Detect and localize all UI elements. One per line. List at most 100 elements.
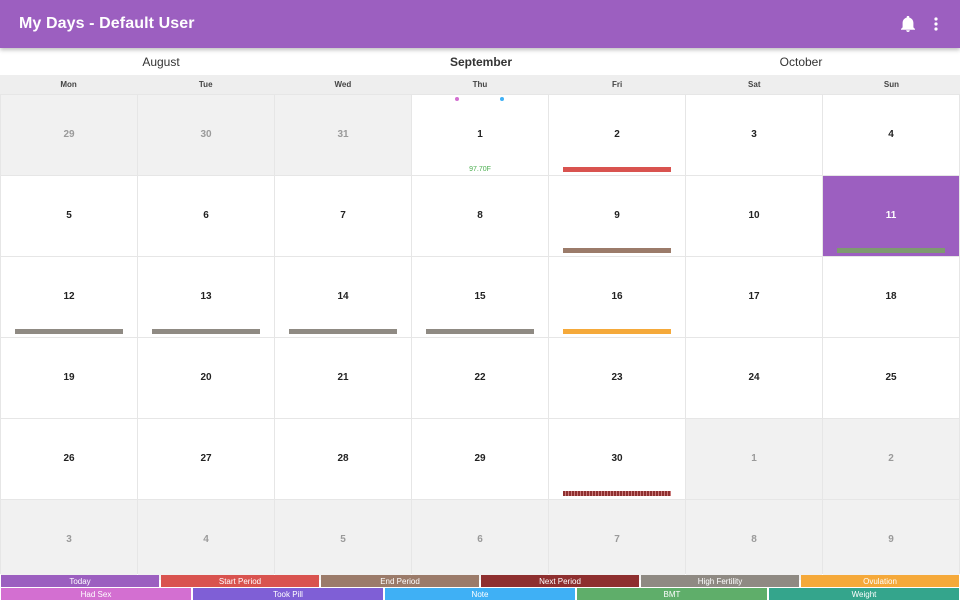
high-fertility-bar	[426, 329, 534, 334]
day-number: 25	[885, 372, 897, 383]
day-cell[interactable]: 29	[412, 419, 548, 499]
day-cell[interactable]: 8	[686, 500, 822, 580]
day-number: 7	[614, 534, 620, 545]
high-fertility-bar	[152, 329, 260, 334]
app-title: My Days - Default User	[19, 15, 195, 32]
legend-weight[interactable]: Weight	[769, 588, 959, 600]
ovulation-bar	[563, 329, 671, 334]
legend-ovulation[interactable]: Ovulation	[801, 575, 959, 587]
day-cell[interactable]: 15	[412, 257, 548, 337]
day-number: 19	[63, 372, 75, 383]
day-cell-today[interactable]: 11	[823, 176, 959, 256]
day-cell[interactable]: 30	[549, 419, 685, 499]
day-cell[interactable]: 4	[823, 95, 959, 175]
day-cell[interactable]: 5	[1, 176, 137, 256]
day-cell[interactable]: 18	[823, 257, 959, 337]
day-cell[interactable]: 19	[1, 338, 137, 418]
day-cell[interactable]: 6	[138, 176, 274, 256]
day-cell[interactable]: 9	[549, 176, 685, 256]
day-cell[interactable]: 14	[275, 257, 411, 337]
high-fertility-bar	[289, 329, 397, 334]
day-cell[interactable]: 30	[138, 95, 274, 175]
day-cell[interactable]: 20	[138, 338, 274, 418]
day-cell[interactable]: 2	[549, 95, 685, 175]
legend-note[interactable]: Note	[385, 588, 575, 600]
day-number: 10	[748, 210, 760, 221]
day-number: 29	[63, 129, 75, 140]
weekday-label: Mon	[60, 80, 77, 89]
day-number: 30	[611, 453, 623, 464]
day-cell[interactable]: 7	[275, 176, 411, 256]
day-cell[interactable]: 31	[275, 95, 411, 175]
day-number: 21	[337, 372, 349, 383]
day-cell[interactable]: 22	[412, 338, 548, 418]
prev-month[interactable]: August	[142, 55, 179, 69]
note-marker	[500, 97, 504, 101]
day-cell[interactable]: 29	[1, 95, 137, 175]
day-number: 17	[748, 291, 760, 302]
end-period-bar	[563, 248, 671, 253]
day-number: 14	[337, 291, 349, 302]
day-cell[interactable]: 21	[275, 338, 411, 418]
weekday-label: Sat	[748, 80, 761, 89]
legend-today[interactable]: Today	[1, 575, 159, 587]
weekday-label: Tue	[198, 80, 213, 89]
day-number: 6	[477, 534, 483, 545]
day-number: 3	[66, 534, 72, 545]
day-cell[interactable]: 9	[823, 500, 959, 580]
legend-took-pill[interactable]: Took Pill	[193, 588, 383, 600]
day-number: 4	[888, 129, 894, 140]
day-number: 8	[477, 210, 483, 221]
day-cell[interactable]: 6	[412, 500, 548, 580]
day-cell[interactable]: 2	[823, 419, 959, 499]
day-cell[interactable]: 7	[549, 500, 685, 580]
legend-end-period[interactable]: End Period	[321, 575, 479, 587]
day-cell[interactable]: 5	[275, 500, 411, 580]
weekday-label: Thu	[472, 80, 488, 89]
day-cell[interactable]: 8	[412, 176, 548, 256]
day-cell[interactable]: 3	[1, 500, 137, 580]
day-number: 1	[751, 453, 757, 464]
fertility-bar	[837, 248, 945, 253]
day-number: 5	[66, 210, 72, 221]
day-cell[interactable]: 24	[686, 338, 822, 418]
day-cell[interactable]: 28	[275, 419, 411, 499]
day-cell[interactable]: 1 97.70F	[412, 95, 548, 175]
day-number: 12	[63, 291, 75, 302]
day-cell[interactable]: 23	[549, 338, 685, 418]
day-number: 11	[885, 210, 897, 221]
day-cell[interactable]: 17	[686, 257, 822, 337]
day-cell[interactable]: 13	[138, 257, 274, 337]
weekday-label: Fri	[612, 80, 623, 89]
day-cell[interactable]: 26	[1, 419, 137, 499]
legend-start-period[interactable]: Start Period	[161, 575, 319, 587]
day-cell[interactable]: 1	[686, 419, 822, 499]
day-cell[interactable]: 4	[138, 500, 274, 580]
day-number: 2	[614, 129, 620, 140]
legend-high-fertility[interactable]: High Fertility	[641, 575, 799, 587]
next-month[interactable]: October	[780, 55, 823, 69]
day-cell[interactable]: 27	[138, 419, 274, 499]
day-number: 2	[888, 453, 894, 464]
bell-icon[interactable]	[898, 12, 918, 36]
day-cell[interactable]: 25	[823, 338, 959, 418]
day-number: 13	[200, 291, 212, 302]
day-cell[interactable]: 16	[549, 257, 685, 337]
legend-next-period[interactable]: Next Period	[481, 575, 639, 587]
legend-bmt[interactable]: BMT	[577, 588, 767, 600]
day-number: 15	[474, 291, 486, 302]
start-period-bar	[563, 167, 671, 172]
day-cell[interactable]: 3	[686, 95, 822, 175]
weekday-label: Wed	[334, 80, 352, 89]
day-number: 29	[474, 453, 486, 464]
more-vert-icon[interactable]	[926, 12, 946, 36]
high-fertility-bar	[15, 329, 123, 334]
temperature-label: 97.70F	[469, 166, 491, 173]
day-cell[interactable]: 12	[1, 257, 137, 337]
day-number: 27	[200, 453, 212, 464]
weekday-label: Sun	[883, 80, 899, 89]
day-cell[interactable]: 10	[686, 176, 822, 256]
legend-had-sex[interactable]: Had Sex	[1, 588, 191, 600]
legend-row-2: Had Sex Took Pill Note BMT Weight	[0, 588, 960, 600]
day-number: 30	[200, 129, 212, 140]
